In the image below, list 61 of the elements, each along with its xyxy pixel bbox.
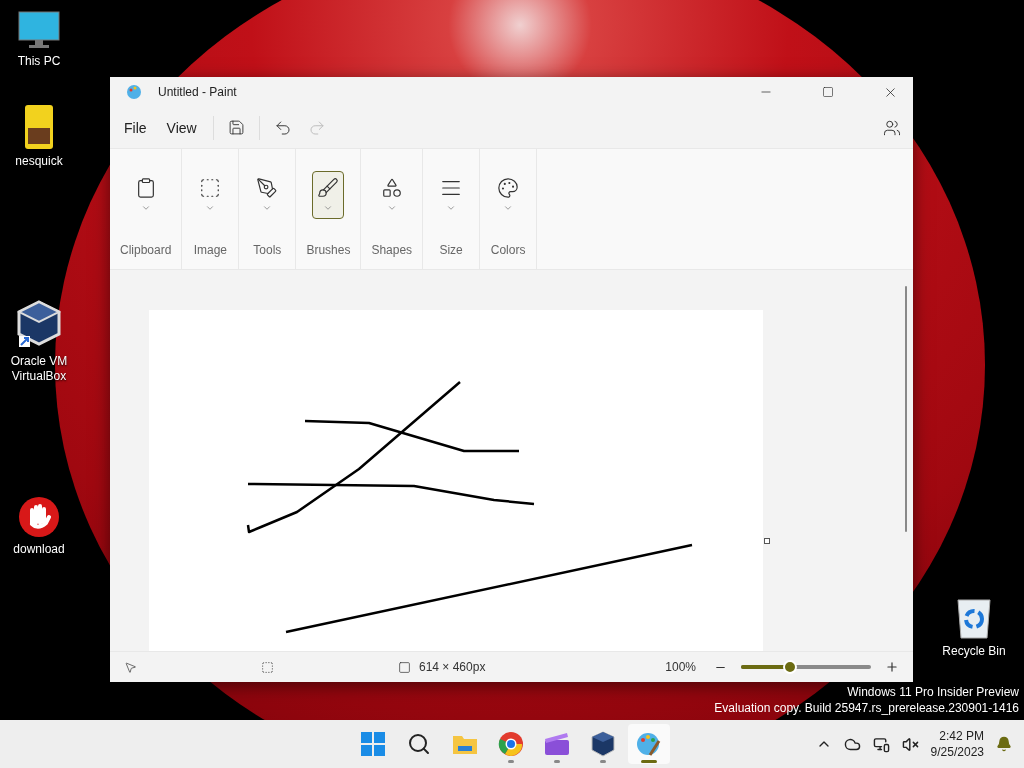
- product-package-icon: [24, 104, 54, 150]
- time-text: 2:42 PM: [939, 728, 984, 744]
- cube-icon: [591, 731, 615, 757]
- chevron-down-icon: [386, 203, 397, 213]
- window-title: Untitled - Paint: [158, 85, 238, 99]
- canvas-size-text: 614 × 460px: [419, 660, 486, 674]
- menu-item[interactable]: View: [158, 113, 205, 142]
- redo-icon: [307, 118, 326, 137]
- recycle-bin-icon: [955, 596, 993, 640]
- clock[interactable]: 2:42 PM 9/25/2023: [930, 728, 984, 760]
- ribbon-group-label: Size: [439, 243, 463, 257]
- desktop-icon-label[interactable]: download: [13, 542, 65, 557]
- ribbon-group-label: Brushes: [306, 243, 351, 257]
- chevron-down-icon: [205, 203, 216, 213]
- ribbon-group-label: Clipboard: [120, 243, 172, 257]
- desktop-icon-label[interactable]: This PC: [17, 54, 61, 69]
- chevron-down-icon: [323, 203, 334, 213]
- chevron-down-icon: [140, 203, 151, 213]
- resize-handle[interactable]: [764, 538, 770, 544]
- palette-icon: [497, 177, 520, 199]
- network-icon[interactable]: [872, 735, 890, 753]
- desktop-icon-label[interactable]: nesquick: [15, 154, 63, 169]
- windows-logo-icon: [361, 732, 385, 756]
- chevron-down-icon: [503, 203, 514, 213]
- zoom-percentage: 100%: [665, 660, 696, 674]
- chevron-down-icon: [446, 203, 457, 213]
- muted-speaker-icon[interactable]: [901, 735, 919, 753]
- date-text: 9/25/2023: [930, 744, 984, 760]
- ribbon-group-label: Shapes: [371, 243, 413, 257]
- people-icon: [883, 118, 901, 137]
- save-icon: [227, 119, 245, 136]
- desktop-icon-label[interactable]: Recycle Bin: [942, 644, 1006, 659]
- stop-hand-icon: [18, 496, 60, 538]
- ribbon-group-label: Image: [193, 243, 228, 257]
- dashed-selection-icon: [199, 177, 222, 199]
- undo-icon: [273, 118, 292, 137]
- bell-icon[interactable]: [996, 736, 1012, 752]
- pointer-icon: [124, 660, 137, 674]
- palette-brush-icon: [636, 731, 662, 757]
- browser-icon: [498, 731, 524, 757]
- brush-icon: [317, 177, 340, 199]
- maximize-icon: [822, 86, 834, 98]
- selection-icon: [261, 660, 274, 674]
- ribbon-group-label: Tools: [253, 243, 282, 257]
- scrollbar[interactable]: [905, 286, 907, 532]
- clapperboard-icon: [544, 732, 570, 756]
- ribbon-group-label: Colors: [490, 243, 526, 257]
- shapes-icon: [380, 177, 403, 199]
- app-icon: [126, 84, 142, 100]
- slider-thumb[interactable]: [783, 660, 798, 674]
- zoom-in-icon[interactable]: [885, 660, 899, 674]
- monitor-icon: [17, 10, 61, 50]
- menu-item[interactable]: File: [116, 113, 155, 142]
- zoom-slider[interactable]: [741, 660, 871, 674]
- folder-icon: [452, 733, 478, 755]
- os-version-text: Windows 11 Pro Insider Preview: [847, 684, 1019, 700]
- cube-icon: [17, 300, 61, 350]
- search-icon: [407, 732, 431, 756]
- canvas-size-icon: [398, 660, 411, 674]
- chevron-down-icon: [262, 203, 273, 213]
- ribbon-tool-button[interactable]: [312, 171, 345, 219]
